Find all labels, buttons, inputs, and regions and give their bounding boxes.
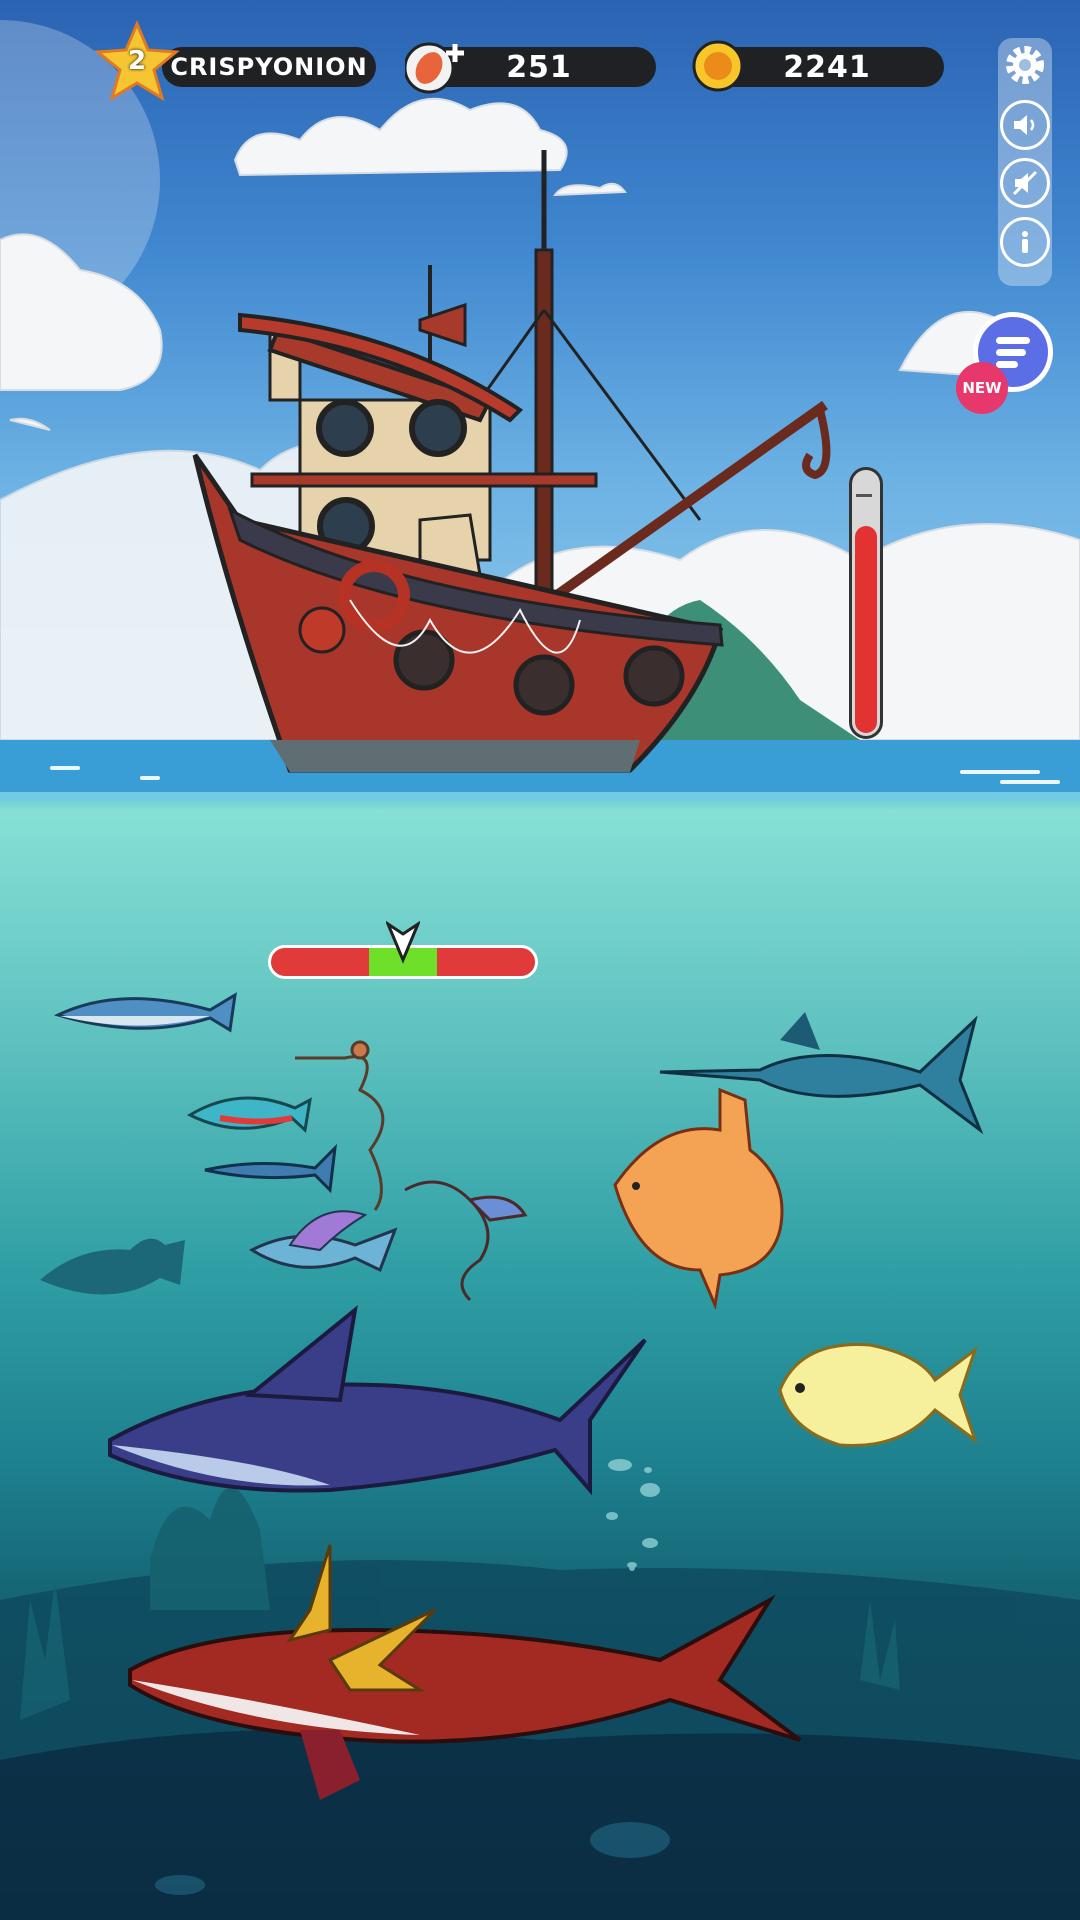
player-name-bar: CRISPYONION — [162, 47, 376, 87]
level-star-badge: 2 — [94, 20, 180, 106]
bait-plus-icon[interactable] — [403, 40, 465, 96]
weedy-seadragon — [404, 1180, 528, 1302]
coin-icon — [692, 40, 744, 92]
catch-marker-arrow — [384, 920, 422, 964]
bubbles — [606, 1459, 660, 1571]
player-name: CRISPYONION — [170, 53, 368, 81]
player-level: 2 — [127, 46, 147, 76]
tension-meter-fill — [855, 525, 877, 733]
vibration-off-icon — [1012, 170, 1038, 196]
sound-button[interactable] — [1000, 100, 1050, 150]
tension-meter — [849, 467, 883, 739]
bait-count: 251 — [506, 49, 572, 85]
neon-tetra — [186, 1096, 312, 1133]
settings-gear-icon — [1006, 46, 1044, 84]
new-badge: NEW — [956, 362, 1008, 414]
flying-fish — [248, 1210, 398, 1273]
game-scene — [0, 20, 1080, 1920]
swordfish — [659, 1012, 984, 1135]
coin-counter[interactable]: 2241 — [710, 47, 944, 87]
info-icon — [1022, 231, 1028, 253]
leafy-seadragon — [295, 1040, 385, 1211]
barracuda — [204, 1143, 338, 1194]
yellow-moonfish — [778, 1343, 978, 1448]
purple-shark — [108, 1305, 647, 1496]
settings-button[interactable] — [1000, 40, 1050, 90]
mackerel — [53, 992, 237, 1033]
silhouette-fish — [40, 1238, 185, 1295]
info-button[interactable] — [1000, 217, 1050, 267]
vibration-button[interactable] — [1000, 158, 1050, 208]
tension-meter-tick — [856, 494, 872, 497]
sound-on-icon — [1014, 115, 1035, 135]
coin-count: 2241 — [783, 49, 871, 85]
ocean-sunfish — [613, 1087, 784, 1311]
